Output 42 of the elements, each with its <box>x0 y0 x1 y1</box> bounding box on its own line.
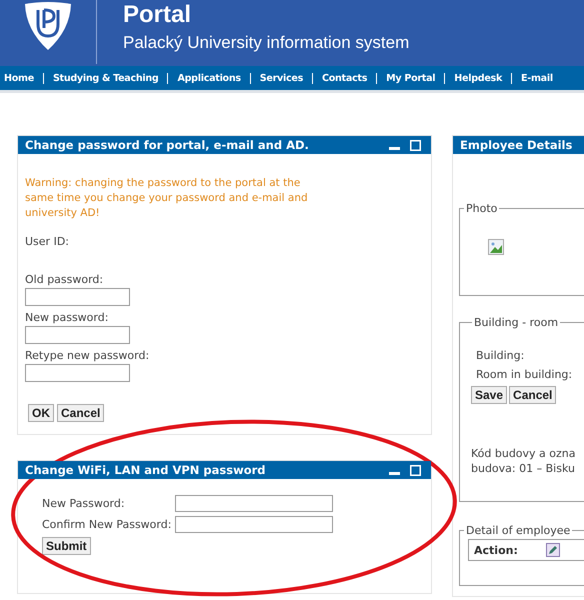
broken-image-icon <box>488 239 504 255</box>
field-label: Retype new password: <box>25 348 150 363</box>
panel-title: Change WiFi, LAN and VPN password <box>25 463 267 477</box>
room-label: Room in building: <box>476 368 574 381</box>
nav-link[interactable]: Studying & Teaching <box>42 72 168 84</box>
pencil-icon[interactable] <box>546 543 560 557</box>
maximize-icon[interactable] <box>410 464 421 476</box>
form-button[interactable]: Cancel <box>509 386 556 404</box>
field-label: Confirm New Password: <box>42 518 172 531</box>
group-legend: Building - room <box>472 316 560 329</box>
portal-subtitle: Palacký University information system <box>123 33 410 53</box>
nav-link[interactable]: Home <box>4 72 43 84</box>
field-label: New Password: <box>42 497 126 510</box>
submit-button[interactable]: Submit <box>42 537 91 555</box>
building-label: Building: <box>476 349 526 362</box>
nav-link[interactable]: Helpdesk <box>444 72 512 84</box>
user-id-label: User ID: <box>25 235 70 248</box>
password-field[interactable] <box>25 288 130 306</box>
warning-text: Warning: changing the password to the portal at the same time you change your password and e-mail and university AD! <box>25 176 309 221</box>
password-field[interactable] <box>175 516 333 533</box>
panel-title: Change password for portal, e-mail and AD. <box>25 138 310 152</box>
maximize-icon[interactable] <box>410 140 421 150</box>
group-legend: Detail of employee <box>464 524 572 537</box>
action-label: Action: <box>474 544 518 556</box>
panel-title: Employee Details <box>460 138 574 152</box>
password-field[interactable] <box>25 326 130 344</box>
form-button[interactable]: OK <box>28 404 54 422</box>
form-button[interactable]: Cancel <box>57 404 104 422</box>
portal-title: Portal <box>123 0 192 30</box>
nav-link[interactable]: Applications <box>167 72 250 84</box>
nav-link[interactable]: Services <box>250 72 312 84</box>
form-button[interactable]: Save <box>471 386 508 404</box>
password-field[interactable] <box>25 364 130 382</box>
field-label: Old password: <box>25 272 104 287</box>
nav-link[interactable]: My Portal <box>376 72 444 84</box>
note-text: Kód budovy a ozna <box>471 446 577 461</box>
password-field[interactable] <box>175 495 333 512</box>
note-text: budova: 01 – Bisku <box>471 461 576 476</box>
group-legend: Photo <box>464 202 500 215</box>
nav-link[interactable]: Contacts <box>312 72 376 84</box>
nav-link[interactable]: E-mail <box>511 72 562 84</box>
field-label: New password: <box>25 310 110 325</box>
